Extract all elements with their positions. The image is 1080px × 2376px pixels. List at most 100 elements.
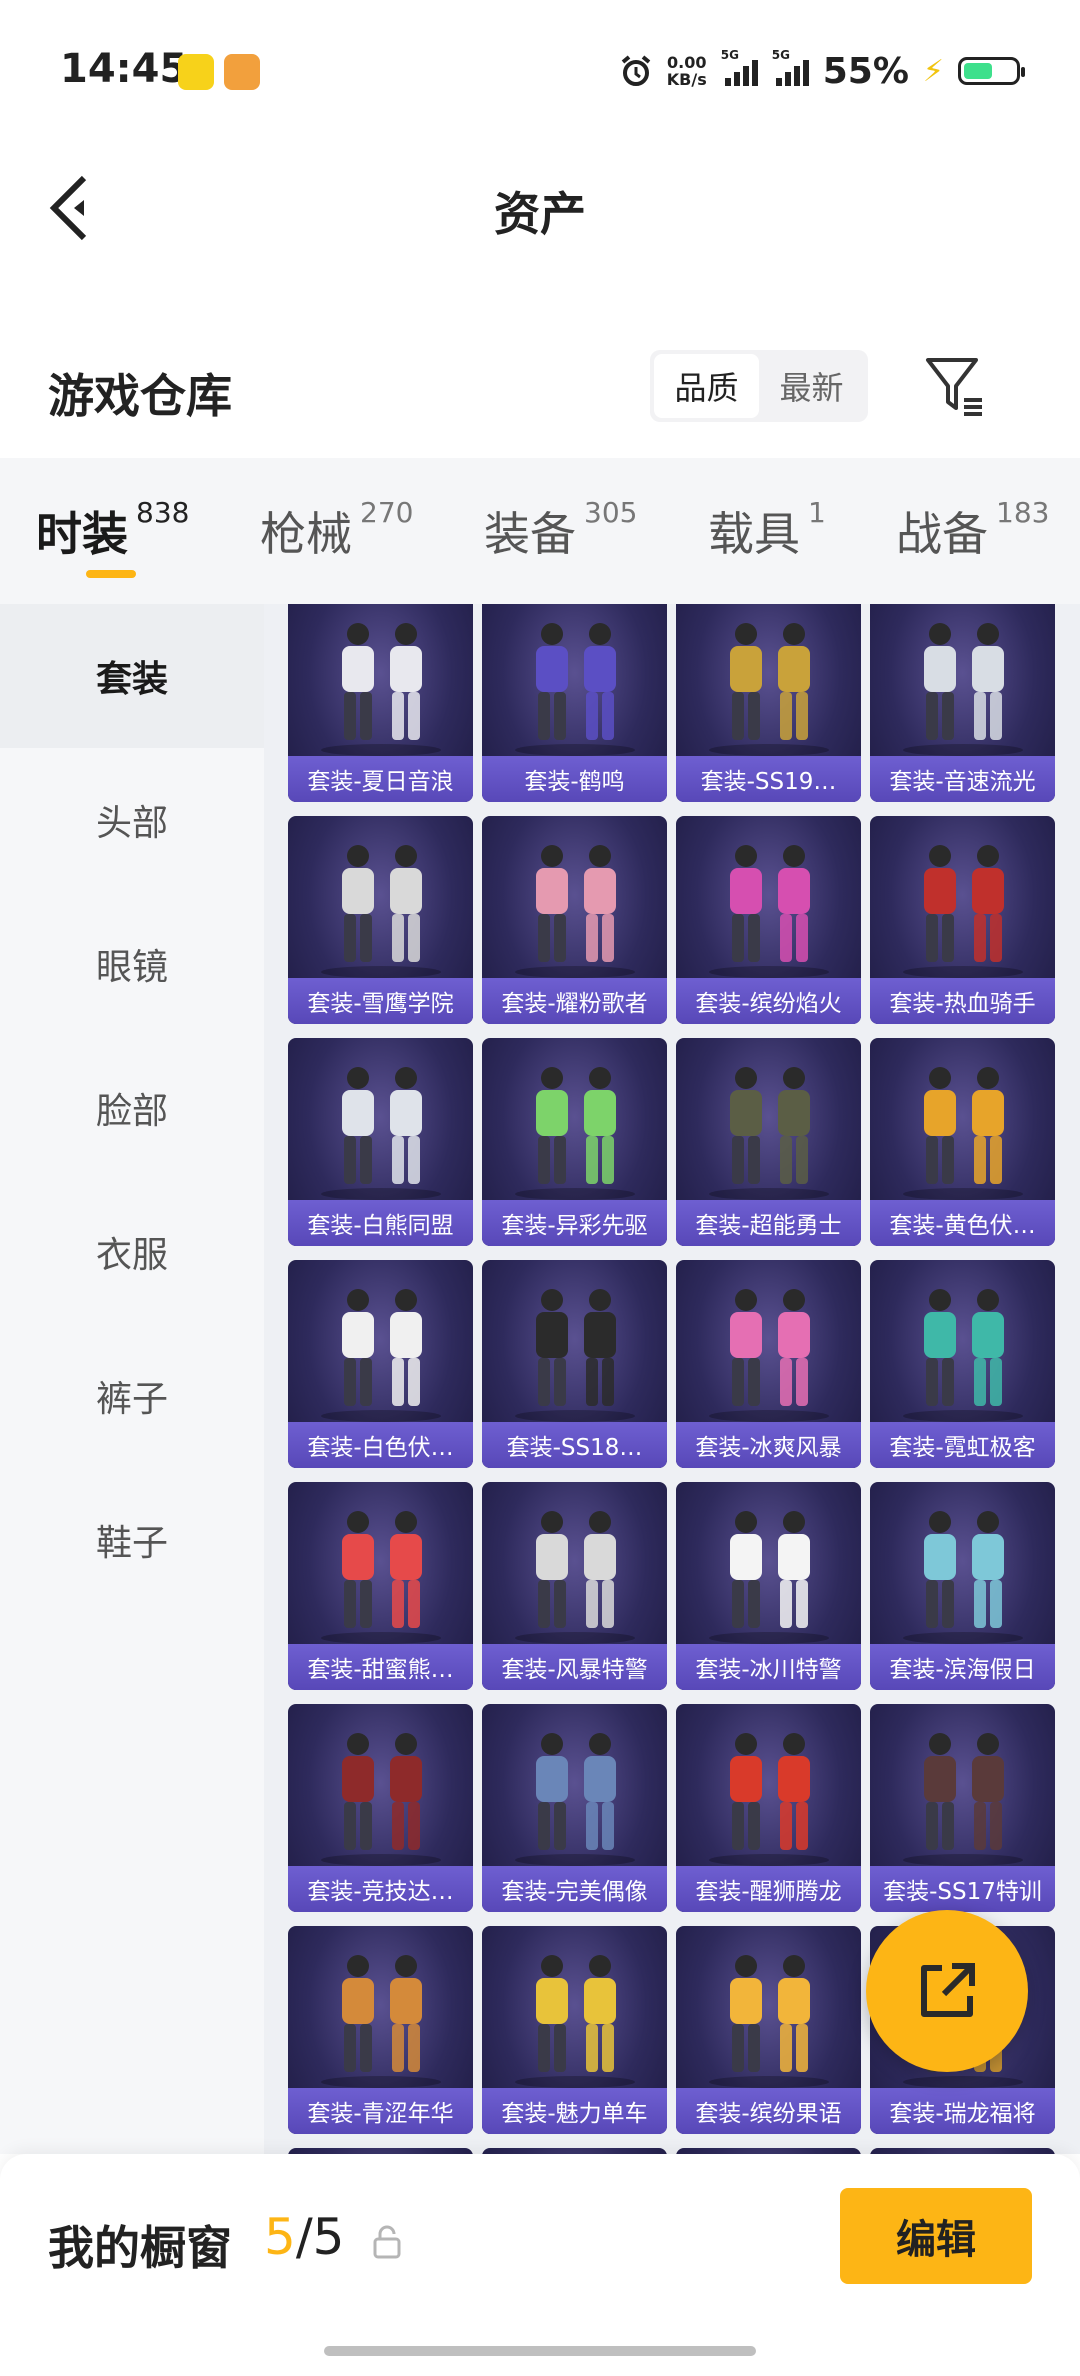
warehouse-header: 游戏仓库 品质 最新 [0,340,1080,450]
outfit-card[interactable]: 套装-黄色伏… [870,1038,1055,1246]
outfit-thumbnail [902,1067,1023,1200]
outfit-card[interactable]: 套装-竞技达… [288,1704,473,1912]
outfit-card[interactable]: 套装-滨海假日 [870,1482,1055,1690]
outfit-thumbnail [320,845,441,978]
outfit-name: 套装-SS17特训 [870,1866,1055,1912]
outfit-card[interactable]: 套装-缤纷果语 [676,1926,861,2134]
outfit-name: 套装-夏日音浪 [288,756,473,802]
tab-fashion[interactable]: 时装 838 [36,496,190,564]
outfit-thumbnail [708,1511,829,1644]
outfit-card[interactable]: 套装-超能勇士 [676,1038,861,1246]
tab-equipment[interactable]: 装备 305 [484,496,637,564]
outfit-card[interactable]: 套装-霓虹极客 [870,1260,1055,1468]
outfit-name: 套装-醒狮腾龙 [676,1866,861,1912]
outfit-card[interactable]: 套装-甜蜜熊… [288,1482,473,1690]
tab-label: 装备 [484,507,576,561]
outfit-card[interactable]: 套装-雪鹰学院 [288,816,473,1024]
sidebar-item-pants[interactable]: 裤子 [0,1324,264,1468]
signal-icon-2: 5G [772,48,809,86]
outfit-name: 套装-耀粉歌者 [482,978,667,1024]
active-tab-indicator [86,570,136,578]
net-speed: 0.00 KB/s [667,54,707,88]
outfit-thumbnail [708,1289,829,1422]
outfit-thumbnail [708,845,829,978]
status-right: 0.00 KB/s 5G 5G 55% ⚡ [619,48,1025,94]
outfit-card[interactable]: 套装-音速流光 [870,604,1055,802]
outfit-name: 套装-缤纷果语 [676,2088,861,2134]
sidebar-item-shoes[interactable]: 鞋子 [0,1468,264,1612]
notification-app-icon [178,54,214,90]
sidebar-item-glasses[interactable]: 眼镜 [0,892,264,1036]
outfit-card[interactable]: 套装-缤纷焰火 [676,816,861,1024]
outfit-name: 套装-青涩年华 [288,2088,473,2134]
outfit-card[interactable]: 套装-异彩先驱 [482,1038,667,1246]
outfit-name: 套装-竞技达… [288,1866,473,1912]
tab-guns[interactable]: 枪械 270 [260,496,414,564]
outfit-name: 套装-完美偶像 [482,1866,667,1912]
showcase-used: 5 [264,2208,296,2266]
outfit-card[interactable]: 套装-魅力单车 [482,1926,667,2134]
outfit-card[interactable]: 套装-白熊同盟 [288,1038,473,1246]
outfit-card[interactable]: 套装-冰爽风暴 [676,1260,861,1468]
filter-icon [926,358,982,416]
outfit-thumbnail [514,845,635,978]
outfit-card[interactable]: 套装-风暴特警 [482,1482,667,1690]
edit-button[interactable]: 编辑 [840,2188,1032,2284]
outfit-name: 套装-鹤鸣 [482,756,667,802]
outfit-card[interactable]: 套装-耀粉歌者 [482,816,667,1024]
outfit-name: 套装-缤纷焰火 [676,978,861,1024]
outfit-card[interactable]: 套装-完美偶像 [482,1704,667,1912]
outfit-card[interactable]: 套装-青涩年华 [288,1926,473,2134]
outfit-name: 套装-异彩先驱 [482,1200,667,1246]
outfit-card[interactable]: 套装-白色伏… [288,1260,473,1468]
filter-button[interactable] [922,350,988,420]
outfit-card[interactable]: 套装-SS18… [482,1260,667,1468]
outfit-name: 套装-冰爽风暴 [676,1422,861,1468]
sidebar-item-head[interactable]: 头部 [0,748,264,892]
tab-label: 时装 [36,507,128,561]
outfit-name: 套装-霓虹极客 [870,1422,1055,1468]
tab-count: 838 [136,496,190,529]
outfit-name: 套装-SS19… [676,756,861,802]
showcase-count: 5/5 [264,2208,344,2266]
outfit-card[interactable]: 套装-鹤鸣 [482,604,667,802]
outfit-card[interactable]: 套装-醒狮腾龙 [676,1704,861,1912]
tab-count: 270 [360,496,414,529]
outfit-card[interactable]: 套装-热血骑手 [870,816,1055,1024]
tab-vehicles[interactable]: 载具 1 [708,496,826,564]
share-fab-button[interactable] [866,1910,1028,2072]
outfit-thumbnail [708,623,829,756]
sidebar-item-outfit[interactable]: 套装 [0,604,264,748]
outfit-name: 套装-滨海假日 [870,1644,1055,1690]
section-title: 游戏仓库 [48,369,232,423]
outfit-name: 套装-黄色伏… [870,1200,1055,1246]
outfit-thumbnail [902,623,1023,756]
net-speed-unit: KB/s [666,70,707,89]
tab-label: 枪械 [260,507,352,561]
tab-combat-gear[interactable]: 战备 183 [896,496,1049,564]
showcase-label: 我的橱窗 [48,2221,232,2275]
outfit-card[interactable]: 套装-夏日音浪 [288,604,473,802]
tab-label: 载具 [708,507,800,561]
sort-latest-button[interactable]: 最新 [759,354,864,418]
sidebar-item-face[interactable]: 脸部 [0,1036,264,1180]
outfit-thumbnail [320,1733,441,1866]
outfit-thumbnail [514,623,635,756]
showcase-bar: 我的橱窗 5/5 编辑 [0,2154,1080,2376]
sidebar-item-clothes[interactable]: 衣服 [0,1180,264,1324]
outfit-name: 套装-SS18… [482,1422,667,1468]
signal-label-2: 5G [771,48,790,62]
net-speed-value: 0.00 [667,53,707,72]
outfit-thumbnail [320,623,441,756]
outfit-thumbnail [902,1511,1023,1644]
outfit-card[interactable]: 套装-SS17特训 [870,1704,1055,1912]
outfit-card[interactable]: 套装-SS19… [676,604,861,802]
outfit-card[interactable]: 套装-冰川特警 [676,1482,861,1690]
sort-quality-button[interactable]: 品质 [654,354,759,418]
signal-label: 5G [720,48,739,62]
outfit-thumbnail [514,1733,635,1866]
category-tabs: 时装 838 枪械 270 装备 305 载具 1 战备 183 [0,458,1080,604]
outfit-thumbnail [708,1733,829,1866]
signal-icon: 5G [721,48,758,86]
share-external-icon [921,1963,975,2017]
